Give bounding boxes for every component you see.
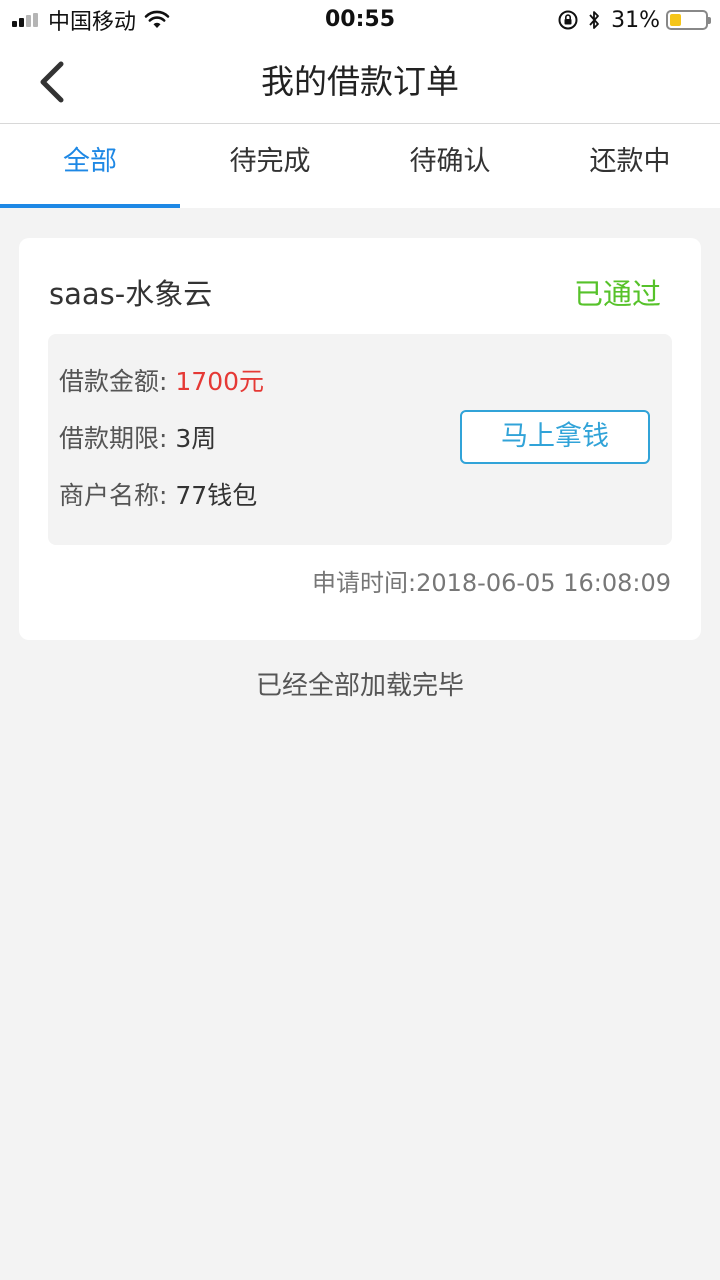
status-bar-right: 31% [557, 6, 711, 34]
rotation-lock-icon [558, 10, 578, 30]
merchant-shop-row: 商户名称: 77钱包 [59, 479, 257, 513]
tab-pending[interactable]: 待完成 [180, 124, 360, 208]
tab-repaying[interactable]: 还款中 [540, 124, 720, 208]
order-card[interactable]: saas-水象云 已通过 借款金额: 1700元 借款期限: 3周 商户名称: … [19, 238, 701, 640]
back-button[interactable] [20, 50, 84, 114]
status-bar: 中国移动 00:55 31% [0, 0, 720, 40]
loan-amount-label: 借款金额: [59, 367, 168, 396]
battery-level-fill [670, 14, 681, 26]
merchant-shop-label: 商户名称: [59, 481, 168, 510]
order-status-badge: 已通过 [573, 277, 661, 311]
all-loaded-note: 已经全部加载完毕 [255, 671, 464, 701]
loan-amount-row: 借款金额: 1700元 [59, 365, 264, 399]
order-tabs: 全部 待完成 待确认 还款中 [0, 124, 720, 208]
tab-to-confirm[interactable]: 待确认 [360, 124, 540, 208]
page-title: 我的借款订单 [261, 62, 459, 101]
chevron-left-icon [40, 61, 64, 103]
order-details: 借款金额: 1700元 借款期限: 3周 商户名称: 77钱包 马上拿钱 [48, 334, 672, 545]
loan-amount-value: 1700元 [175, 367, 265, 396]
apply-time: 申请时间:2018-06-05 16:08:09 [312, 569, 671, 597]
battery-percent: 31% [611, 7, 660, 33]
loan-term-row: 借款期限: 3周 [59, 422, 216, 456]
merchant-name: saas-水象云 [49, 277, 213, 311]
tab-all[interactable]: 全部 [0, 124, 180, 208]
battery-icon [666, 10, 711, 30]
navigation-bar: 我的借款订单 [0, 40, 720, 124]
get-money-button[interactable]: 马上拿钱 [460, 410, 650, 464]
loan-term-label: 借款期限: [59, 424, 168, 453]
loan-term-value: 3周 [175, 424, 217, 453]
bluetooth-icon [589, 11, 599, 29]
merchant-shop-value: 77钱包 [175, 481, 258, 510]
